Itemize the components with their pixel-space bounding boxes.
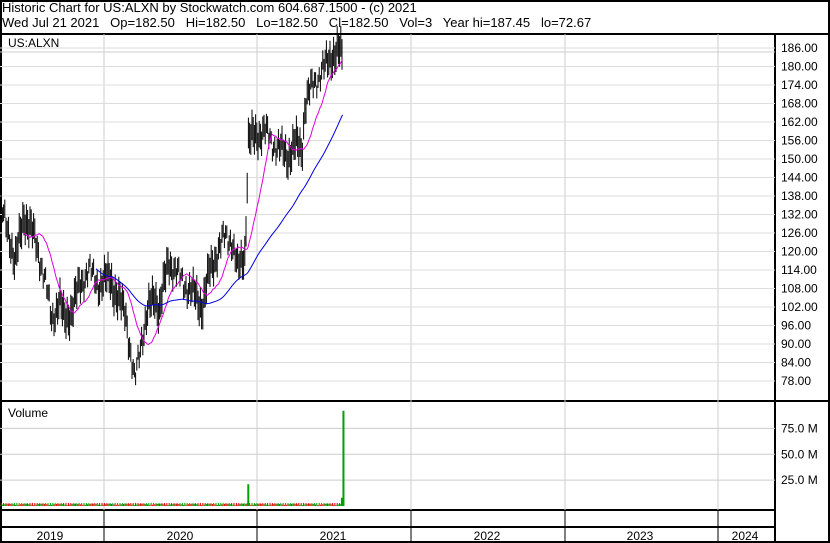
year-label: 2021 [320, 529, 347, 543]
price-tick: 156.00 [781, 133, 818, 147]
volume-tick: 75.0 M [781, 421, 818, 435]
volume-label: Volume [8, 406, 48, 420]
price-tick: 78.00 [781, 374, 811, 388]
price-tick: 120.00 [781, 244, 818, 258]
price-tick: 132.00 [781, 207, 818, 221]
price-tick: 90.00 [781, 337, 811, 351]
outer-border [0, 0, 830, 543]
chart-svg: 186.00 180.00 174.00 168.00 162.00 156.00 150.… [0, 0, 830, 543]
price-tick: 162.00 [781, 115, 818, 129]
price-tick: 84.00 [781, 355, 811, 369]
year-label: 2019 [37, 529, 64, 543]
price-tick: 180.00 [781, 59, 818, 73]
price-tick: 168.00 [781, 96, 818, 110]
chart-window: Historic Chart for US:ALXN by Stockwatch… [0, 0, 830, 543]
year-label: 2022 [474, 529, 501, 543]
price-tick: 108.00 [781, 281, 818, 295]
volume-tick: 50.0 M [781, 447, 818, 461]
price-tick: 150.00 [781, 152, 818, 166]
year-label: 2020 [167, 529, 194, 543]
price-tick: 96.00 [781, 318, 811, 332]
price-tick: 144.00 [781, 170, 818, 184]
price-tick: 174.00 [781, 78, 818, 92]
price-tick: 138.00 [781, 189, 818, 203]
price-tick: 102.00 [781, 300, 818, 314]
long-ma-line [95, 114, 344, 307]
volume-tick: 25.0 M [781, 473, 818, 487]
year-label: 2023 [627, 529, 654, 543]
price-tick: 114.00 [781, 263, 817, 277]
symbol-label: US:ALXN [8, 36, 59, 50]
price-tick: 186.00 [781, 41, 818, 55]
year-label: 2024 [732, 529, 759, 543]
price-tick: 126.00 [781, 226, 818, 240]
